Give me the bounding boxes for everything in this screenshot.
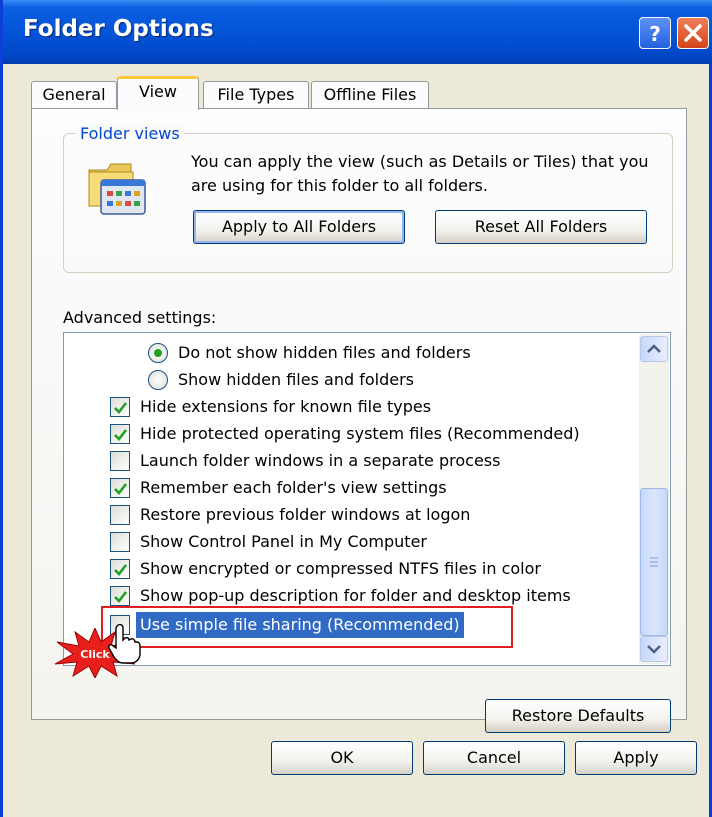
- tab-file-types[interactable]: File Types: [203, 81, 309, 109]
- folder-views-description: You can apply the view (such as Details …: [191, 152, 649, 195]
- checkbox[interactable]: [110, 559, 130, 579]
- window-title: Folder Options: [23, 16, 214, 42]
- apply-to-all-folders-button[interactable]: Apply to All Folders: [193, 210, 405, 244]
- svg-text:?: ?: [649, 22, 661, 46]
- advanced-settings-label: Advanced settings:: [63, 308, 217, 327]
- title-bar[interactable]: Folder Options ?: [3, 0, 712, 64]
- checkmark-icon: [114, 564, 128, 576]
- radio-button[interactable]: [148, 370, 168, 390]
- tab-offline-files[interactable]: Offline Files: [311, 81, 429, 109]
- checkbox[interactable]: [110, 451, 130, 471]
- annotation-highlight-box: [101, 606, 513, 648]
- close-icon: [684, 24, 702, 42]
- grip-icon: [650, 557, 658, 567]
- checkbox[interactable]: [110, 424, 130, 444]
- checkbox[interactable]: [110, 532, 130, 552]
- chevron-up-icon: [647, 344, 661, 353]
- scroll-up-button[interactable]: [640, 336, 668, 362]
- close-button[interactable]: [677, 17, 709, 49]
- reset-all-folders-button[interactable]: Reset All Folders: [435, 210, 647, 244]
- tab-view[interactable]: View: [117, 76, 199, 110]
- folder-options-window: Folder Options ? General View File Types…: [0, 0, 712, 817]
- checkbox[interactable]: [110, 478, 130, 498]
- tab-general[interactable]: General: [31, 81, 117, 109]
- ok-button[interactable]: OK: [271, 741, 413, 775]
- checkmark-icon: [114, 402, 128, 414]
- hand-cursor-icon: [107, 623, 141, 668]
- scroll-thumb[interactable]: [640, 488, 668, 636]
- help-button[interactable]: ?: [639, 17, 671, 49]
- checkmark-icon: [114, 591, 128, 603]
- scroll-down-button[interactable]: [640, 636, 668, 662]
- vertical-scrollbar[interactable]: [639, 334, 669, 664]
- folder-views-legend: Folder views: [76, 124, 184, 143]
- checkbox[interactable]: [110, 505, 130, 525]
- folder-view-icon: [87, 160, 151, 220]
- radio-button[interactable]: [148, 343, 168, 363]
- checkbox[interactable]: [110, 586, 130, 606]
- cancel-button[interactable]: Cancel: [423, 741, 565, 775]
- svg-text:Click: Click: [80, 648, 110, 661]
- checkbox[interactable]: [110, 397, 130, 417]
- checkmark-icon: [114, 429, 128, 441]
- chevron-down-icon: [647, 645, 661, 654]
- help-icon: ?: [649, 22, 661, 46]
- apply-button[interactable]: Apply: [575, 741, 697, 775]
- checkmark-icon: [114, 483, 128, 495]
- restore-defaults-button[interactable]: Restore Defaults: [485, 699, 671, 733]
